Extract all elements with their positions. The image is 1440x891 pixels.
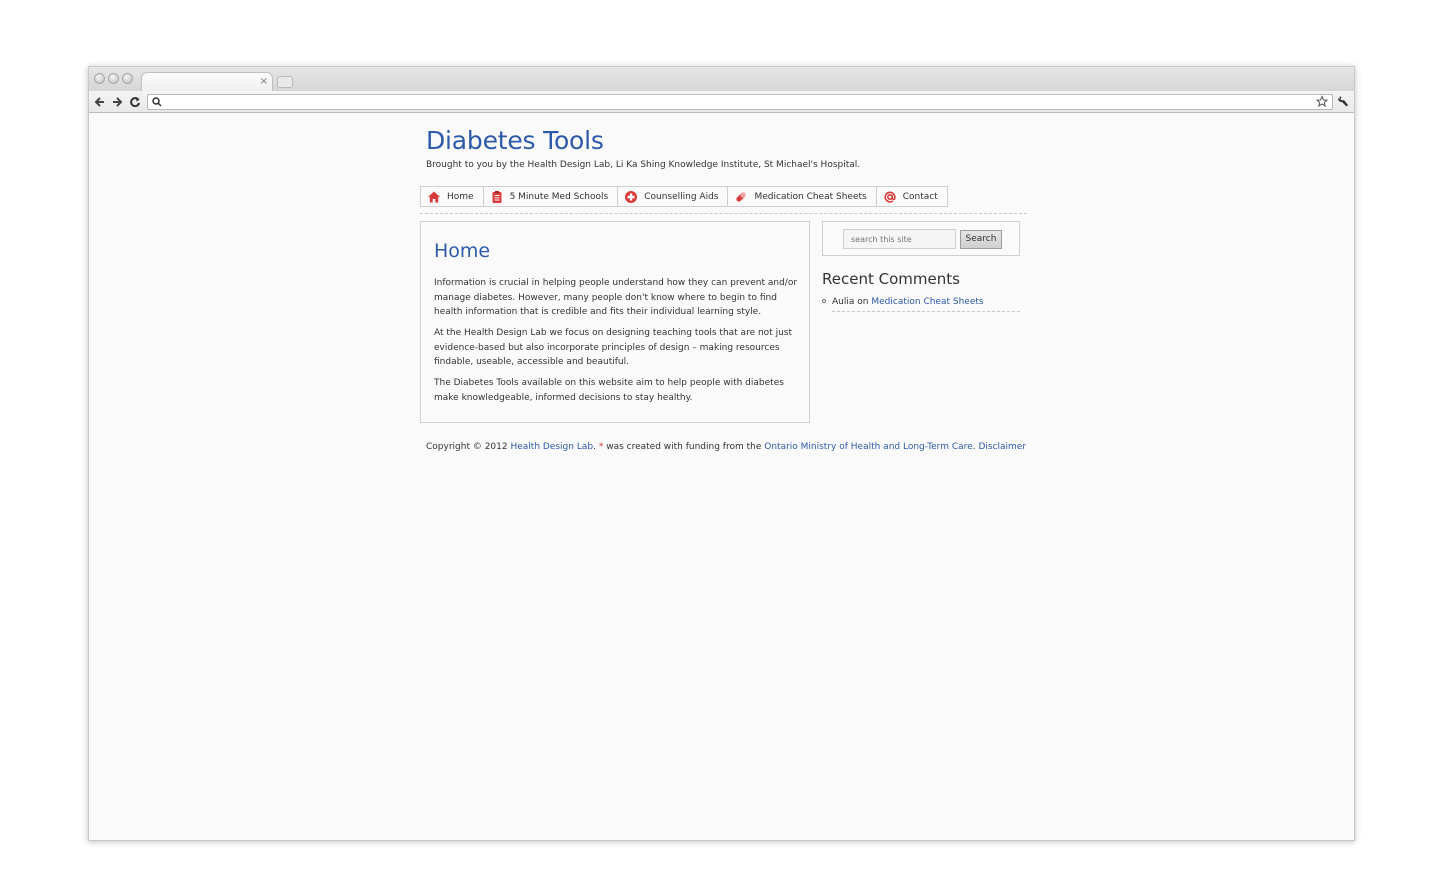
back-arrow-icon[interactable] xyxy=(94,94,106,110)
search-input[interactable] xyxy=(843,229,956,249)
close-tab-icon[interactable]: × xyxy=(260,74,268,90)
browser-titlebar: × xyxy=(89,67,1354,92)
health-design-lab-link[interactable]: Health Design Lab xyxy=(510,442,593,452)
footer: Copyright © 2012 Health Design Lab. * wa… xyxy=(426,442,1026,452)
pill-icon xyxy=(736,191,747,202)
content-paragraph: Information is crucial in helping people… xyxy=(434,278,798,317)
bullet-icon xyxy=(822,299,826,303)
minimize-window-button[interactable] xyxy=(108,73,119,84)
maximize-window-button[interactable] xyxy=(122,73,133,84)
page-title: Home xyxy=(434,240,491,262)
nav-item-5-minute-med-schools[interactable]: 5 Minute Med Schools xyxy=(484,187,619,206)
at-sign-icon xyxy=(884,191,896,203)
sidebar-search: Search xyxy=(822,221,1020,256)
home-icon xyxy=(428,191,440,202)
footer-separator: . xyxy=(972,442,976,452)
nav-item-counselling-aids[interactable]: Counselling Aids xyxy=(618,187,729,206)
recent-comments-title: Recent Comments xyxy=(822,270,960,288)
nav-label: Contact xyxy=(902,191,938,202)
content-paragraph: The Diabetes Tools available on this web… xyxy=(434,378,784,403)
search-icon xyxy=(152,97,162,107)
browser-window: × Diabetes Tools Brought to you by the H… xyxy=(88,66,1355,841)
site-description: Brought to you by the Health Design Lab,… xyxy=(426,160,861,170)
comment-divider xyxy=(832,311,1020,312)
ministry-link[interactable]: Ontario Ministry of Health and Long-Term… xyxy=(764,442,972,452)
comment-on-text: on xyxy=(857,297,869,307)
footer-separator: . xyxy=(593,442,596,452)
medical-cross-icon xyxy=(625,190,638,203)
copyright-text: Copyright © 2012 xyxy=(426,442,508,452)
site-title[interactable]: Diabetes Tools xyxy=(426,126,604,155)
browser-toolbar xyxy=(89,91,1354,113)
nav-label: Home xyxy=(447,191,474,202)
web-page: Diabetes Tools Brought to you by the Hea… xyxy=(89,114,1354,840)
nav-label: 5 Minute Med Schools xyxy=(509,191,609,202)
nav-item-medication-cheat-sheets[interactable]: Medication Cheat Sheets xyxy=(728,187,877,206)
main-content: Home Information is crucial in helping p… xyxy=(420,221,810,423)
nav-label: Medication Cheat Sheets xyxy=(754,191,867,202)
asterisk-mark: * xyxy=(598,442,604,452)
nav-label: Counselling Aids xyxy=(644,191,719,202)
disclaimer-link[interactable]: Disclaimer xyxy=(978,442,1026,452)
reload-icon[interactable] xyxy=(129,94,141,110)
comment-post-link[interactable]: Medication Cheat Sheets xyxy=(871,297,983,307)
content-paragraph: At the Health Design Lab we focus on des… xyxy=(434,328,792,367)
main-navigation: Home 5 Minute Med Schools Counselling Ai… xyxy=(420,186,948,207)
star-icon[interactable] xyxy=(1316,94,1328,110)
address-bar[interactable] xyxy=(147,94,1333,110)
nav-item-contact[interactable]: Contact xyxy=(877,187,947,206)
forward-arrow-icon[interactable] xyxy=(111,94,123,110)
browser-tab[interactable]: × xyxy=(141,72,273,92)
nav-item-home[interactable]: Home xyxy=(421,187,484,206)
clipboard-icon xyxy=(492,190,502,203)
comment-author: Aulia xyxy=(832,297,855,307)
close-window-button[interactable] xyxy=(94,73,105,84)
recent-comment-item: Aulia on Medication Cheat Sheets xyxy=(822,297,984,307)
funding-text: was created with funding from the xyxy=(606,442,762,452)
new-tab-button[interactable] xyxy=(277,76,293,88)
wrench-icon[interactable] xyxy=(1337,94,1349,108)
search-button[interactable]: Search xyxy=(960,230,1002,249)
nav-divider xyxy=(420,213,1027,214)
